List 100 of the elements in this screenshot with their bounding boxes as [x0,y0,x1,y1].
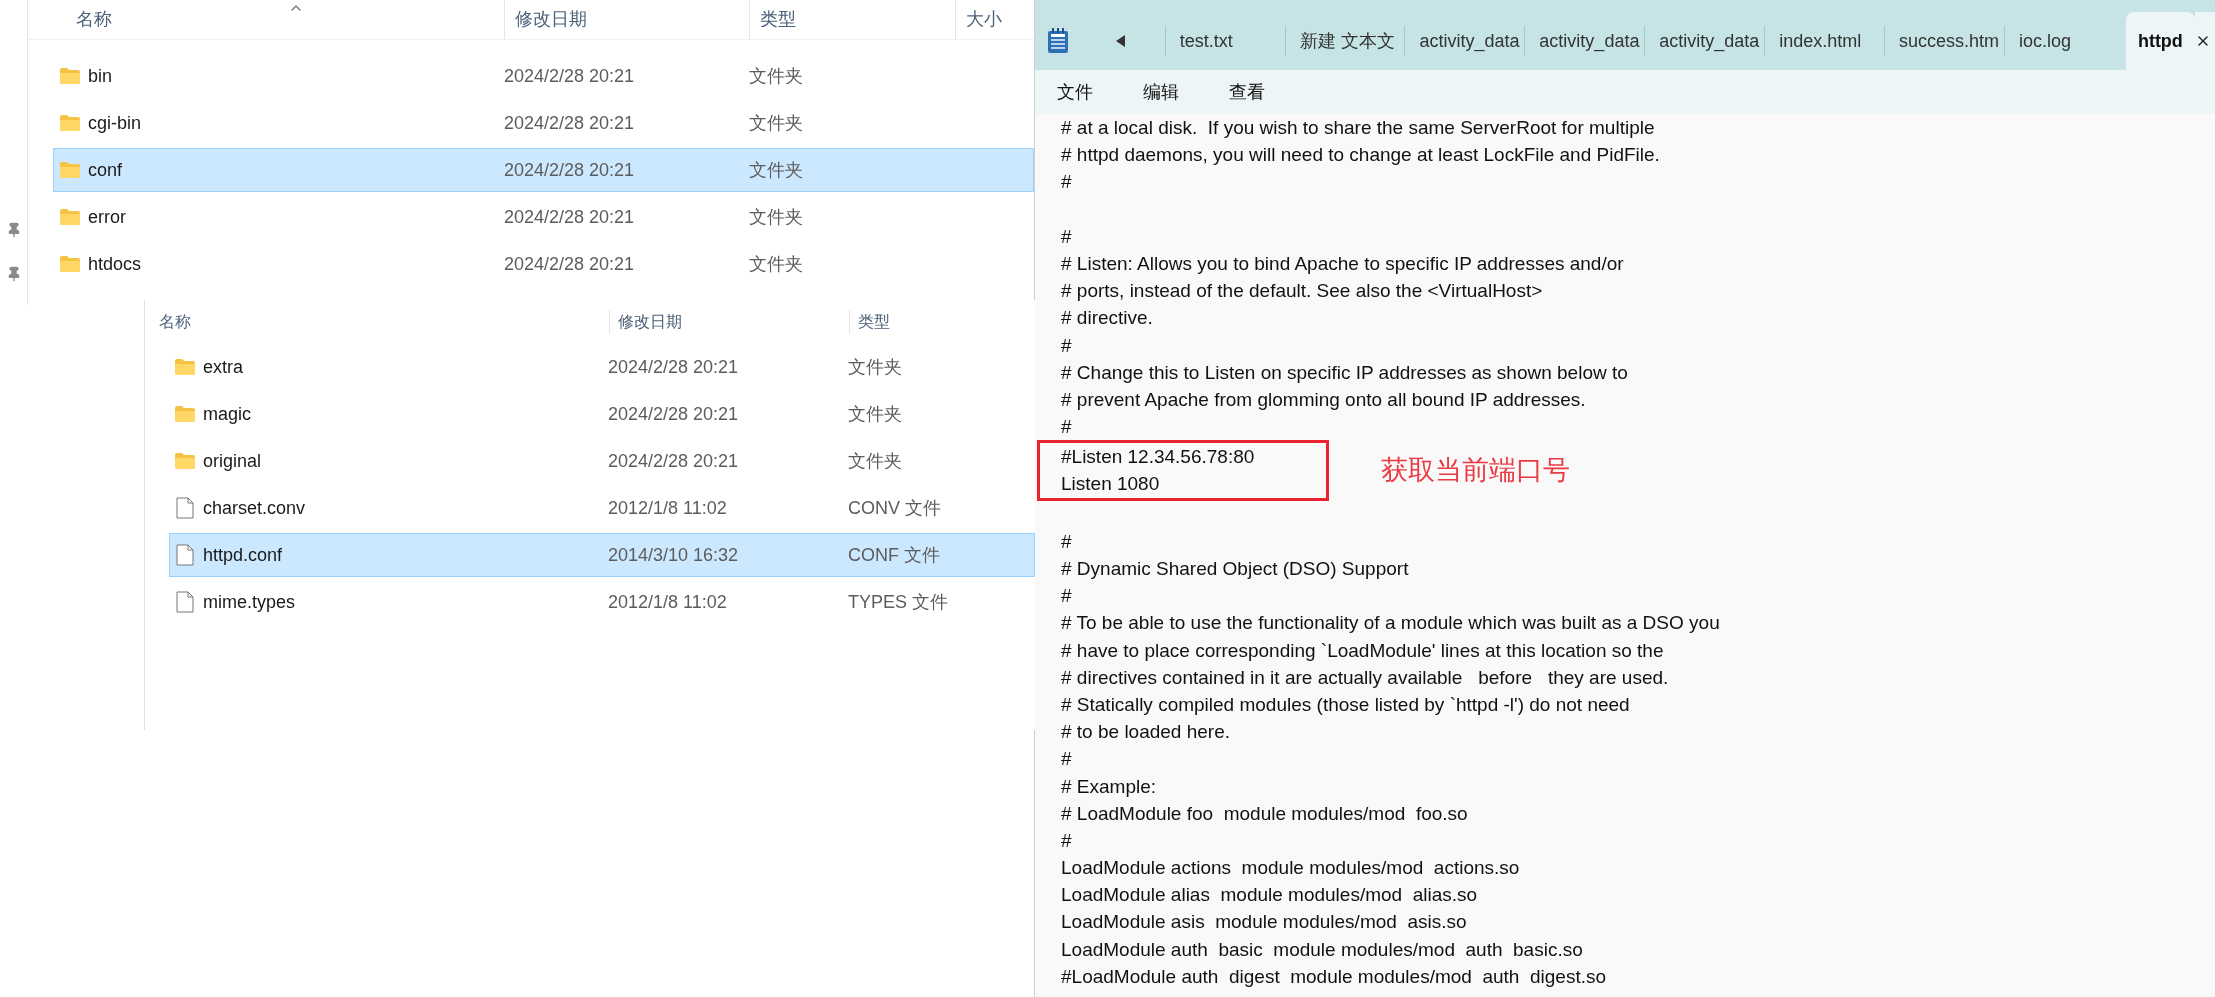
modified-date: 2014/3/10 16:32 [608,543,740,567]
scroll-left-icon[interactable] [1115,35,1126,47]
tab[interactable]: activity_data [1404,26,1525,56]
tab[interactable]: test.txt [1164,26,1285,56]
modified-date: 2024/2/28 20:21 [504,205,636,229]
column-header[interactable]: 修改日期 [609,310,849,334]
code-line: # [1061,529,1073,554]
annotation-note: 获取当前端口号 [1381,456,1570,485]
code-line: # [1061,170,1073,195]
code-line: # httpd daemons, you will need to change at least LockFile and PidFile. [1061,143,1661,168]
file-icon [176,544,194,566]
file-name: error [88,205,127,229]
file-name: extra [203,355,245,379]
modified-date: 2024/2/28 20:21 [504,252,636,276]
modified-date: 2012/1/8 11:02 [608,496,728,520]
folder-icon [175,453,195,469]
file-row[interactable]: bin 2024/2/28 20:21 文件夹 [53,54,1034,98]
file-type: 文件夹 [749,111,803,135]
file-name: httpd.conf [203,543,284,567]
file-row[interactable]: mime.types 2012/1/8 11:02 TYPES 文件 [169,580,1035,624]
tab[interactable]: activity_data [1644,26,1765,56]
folder-icon [175,406,195,422]
modified-date: 2012/1/8 11:02 [608,590,728,614]
code-line: # have to place corresponding `LoadModule' lines at this location so the [1061,638,1665,663]
folder-icon [60,256,80,272]
column-header[interactable]: 名称 [76,0,504,39]
file-row[interactable]: error 2024/2/28 20:21 文件夹 [53,195,1034,239]
code-line: # Listen: Allows you to bind Apache to specific IP addresses and/or [1061,251,1625,276]
file-type: 文件夹 [848,449,902,473]
file-type: TYPES 文件 [848,590,949,614]
file-type: 文件夹 [848,402,902,426]
notepad-icon [1047,28,1069,54]
file-row[interactable]: charset.conv 2012/1/8 11:02 CONV 文件 [169,486,1035,530]
code-line: #LoadModule auth digest module modules/mod auth digest.so [1061,964,1608,989]
code-line: # [1061,333,1073,358]
code-line: # directive. [1061,306,1154,331]
column-header[interactable]: 名称 [159,310,609,334]
file-row[interactable]: httpd.conf 2014/3/10 16:32 CONF 文件 [169,533,1035,577]
file-row[interactable]: magic 2024/2/28 20:21 文件夹 [169,392,1035,436]
code-line: # Change this to Listen on specific IP addresses as shown below to [1061,360,1629,385]
file-name: mime.types [203,590,297,614]
file-name: cgi-bin [88,111,143,135]
file-row[interactable]: conf 2024/2/28 20:21 文件夹 [53,148,1034,192]
file-row[interactable]: original 2024/2/28 20:21 文件夹 [169,439,1035,483]
file-name: conf [88,158,124,182]
tab[interactable]: 新建 文本文 [1284,26,1405,56]
code-line: # [1061,584,1073,609]
code-line: LoadModule alias module modules/mod alias.so [1061,883,1479,908]
file-type: 文件夹 [749,64,803,88]
code-line: # prevent Apache from glomming onto all bound IP addresses. [1061,387,1587,412]
modified-date: 2024/2/28 20:21 [504,64,636,88]
modified-date: 2024/2/28 20:21 [608,449,740,473]
column-header[interactable]: 修改日期 [504,0,749,39]
file-row[interactable]: cgi-bin 2024/2/28 20:21 文件夹 [53,101,1034,145]
menu-item[interactable]: 编辑 [1136,78,1186,106]
file-row[interactable]: extra 2024/2/28 20:21 文件夹 [169,345,1035,389]
file-row[interactable]: htdocs 2024/2/28 20:21 文件夹 [53,242,1034,286]
folder-icon [60,115,80,131]
code-line: # ports, instead of the default. See also the <VirtualHost> [1061,279,1544,304]
file-type: 文件夹 [749,252,803,276]
folder-icon [60,68,80,84]
code-line: # Statically compiled modules (those listed by `httpd -l') do not need [1061,692,1631,717]
tab[interactable]: ioc.log [2004,26,2124,56]
file-icon [176,591,194,613]
code-line: LoadModule auth basic module modules/mod auth basic.so [1061,937,1584,962]
file-name: charset.conv [203,496,307,520]
tab[interactable]: success.htm [1884,26,2004,56]
file-name: magic [203,402,252,426]
column-header[interactable]: 类型 [749,0,955,39]
file-type: CONF 文件 [848,543,940,567]
tab[interactable]: httpd [2125,12,2195,70]
folder-icon [175,359,195,375]
tab[interactable]: activity_data [1524,26,1645,56]
code-line: #Listen 12.34.56.78:80 [1061,445,1256,470]
code-line: # [1061,747,1073,772]
tab[interactable]: index.html [1764,26,1885,56]
code-line: # [1061,224,1073,249]
code-line: # LoadModule foo module modules/mod foo.so [1061,801,1469,826]
file-name: bin [88,64,114,88]
file-icon [176,497,194,519]
column-header[interactable]: 大小 [955,0,1002,39]
code-line: LoadModule asis module modules/mod asis.so [1061,910,1468,935]
code-line: # Example: [1061,774,1158,799]
code-line: # to be loaded here. [1061,720,1232,745]
column-header[interactable]: 类型 [849,310,890,334]
code-line: # [1061,828,1073,853]
code-line: # To be able to use the functionality of a module which was built as a DSO you [1061,611,1721,636]
modified-date: 2024/2/28 20:21 [504,111,636,135]
file-name: htdocs [88,252,143,276]
menu-item[interactable]: 查看 [1222,78,1272,106]
menu-item[interactable]: 文件 [1050,78,1100,106]
modified-date: 2024/2/28 20:21 [608,402,740,426]
modified-date: 2024/2/28 20:21 [608,355,740,379]
file-type: CONV 文件 [848,496,941,520]
code-line: Listen 1080 [1061,472,1161,497]
code-line: # [1061,415,1073,440]
modified-date: 2024/2/28 20:21 [504,158,636,182]
file-type: 文件夹 [749,205,803,229]
file-type: 文件夹 [848,355,902,379]
code-line: # at a local disk. If you wish to share the same ServerRoot for multiple [1061,116,1656,140]
